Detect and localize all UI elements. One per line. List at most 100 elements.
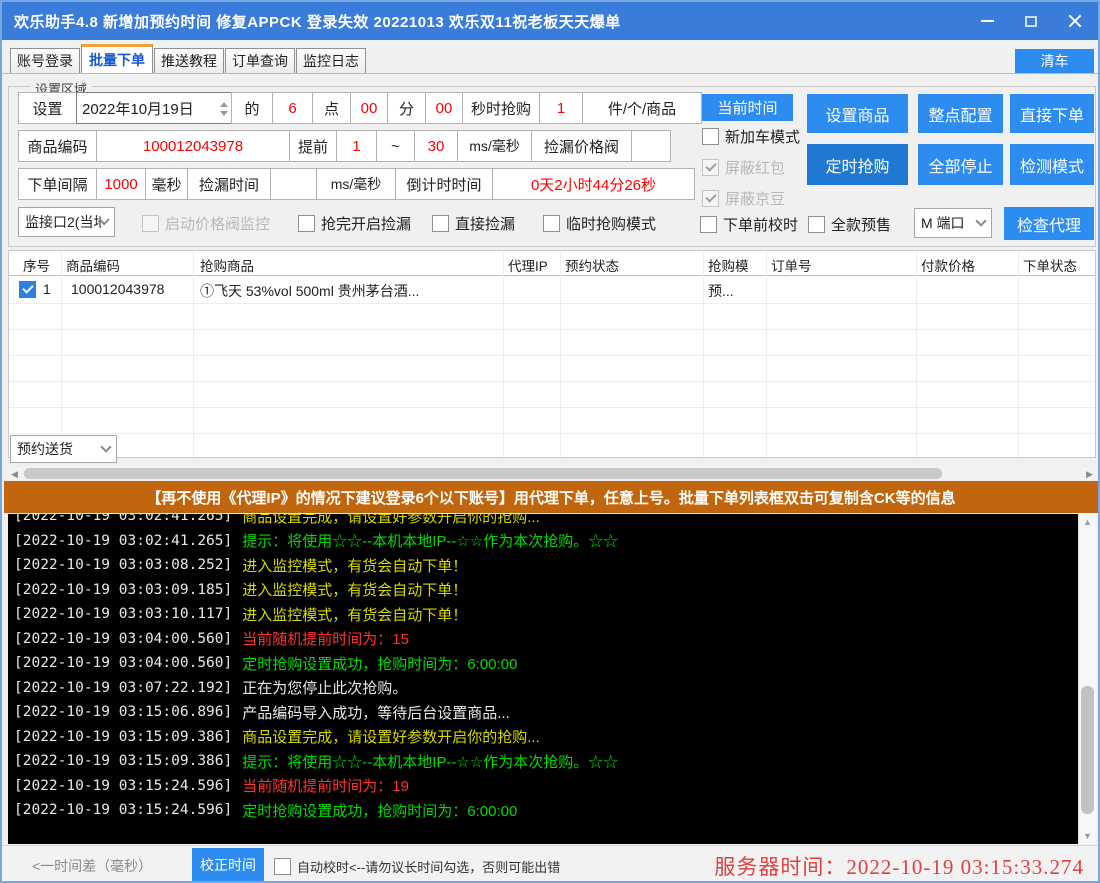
checkbox-time-check[interactable]: 下单前校时	[700, 214, 798, 235]
cell-code: 100012043978	[71, 281, 164, 297]
clear-cart-button[interactable]: 清车	[1015, 49, 1094, 73]
hourly-config-button[interactable]: 整点配置	[918, 94, 1003, 133]
port-dropdown[interactable]: M 端口	[914, 208, 992, 238]
checkbox-temp-mode[interactable]: 临时抢购模式	[543, 213, 656, 234]
log-scroll-thumb[interactable]	[1081, 686, 1094, 814]
scroll-right-icon[interactable]: ▶	[1086, 469, 1093, 480]
direct-order-button[interactable]: 直接下单	[1010, 94, 1094, 133]
interface-dropdown[interactable]: 监接口2(当地接	[18, 207, 115, 237]
countdown-value: 0天2小时44分26秒	[492, 168, 695, 200]
scroll-up-icon[interactable]: ▲	[1083, 517, 1092, 527]
checkbox-box	[702, 190, 719, 207]
price-gate-input[interactable]	[631, 130, 671, 162]
minimize-button[interactable]	[972, 8, 1002, 34]
log-line: [2022-10-19 03:15:09.386]商品设置完成，请设置好参数开启…	[14, 725, 1096, 750]
spinner-arrows-icon[interactable]	[220, 98, 228, 120]
tab-push-tutorial[interactable]: 推送教程	[154, 48, 224, 73]
detect-mode-button[interactable]: 检测模式	[1010, 144, 1094, 185]
checkbox-new-cart[interactable]: 新加车模式	[702, 126, 800, 147]
checkbox-box	[298, 215, 315, 232]
checkbox-label: 下单前校时	[723, 214, 798, 235]
footer-bar: <一时间差（毫秒） 校正时间 自动校时<--请勿议长时间勾选，否则可能出错 服务…	[2, 845, 1098, 883]
checkbox-box	[700, 216, 717, 233]
delivery-dropdown-value: 预约送货	[17, 439, 73, 459]
ms-label2: 毫秒	[145, 168, 188, 200]
cell-buy-mode: 预...	[708, 281, 734, 301]
log-line: [2022-10-19 03:03:10.117]进入监控模式，有货会自动下单！	[14, 602, 1096, 627]
checkbox-label: 临时抢购模式	[566, 213, 656, 234]
col-seq: 序号	[23, 255, 50, 275]
qty-input[interactable]: 1	[539, 92, 583, 124]
horizontal-scroll-thumb[interactable]	[24, 468, 942, 479]
window-title: 欢乐助手4.8 新增加预约时间 修复APPCK 登录失效 20221013 欢乐…	[2, 11, 621, 32]
set-label: 设置	[18, 92, 77, 124]
close-button[interactable]	[1060, 8, 1090, 34]
log-line: [2022-10-19 03:02:41.265]商品设置完成，请设置好参数开启…	[14, 514, 1096, 529]
checkbox-label: 屏蔽红包	[725, 157, 785, 178]
col-buy-mode: 抢购模	[708, 255, 749, 275]
window-controls	[972, 2, 1090, 40]
minute-input[interactable]: 00	[350, 92, 388, 124]
row-checkbox[interactable]	[19, 281, 36, 298]
checkbox-box	[702, 128, 719, 145]
checkbox-box	[543, 215, 560, 232]
second-input[interactable]: 00	[425, 92, 463, 124]
tab-bar: 账号登录 批量下单 推送教程 订单查询 监控日志 清车	[2, 40, 1098, 74]
checkbox-after-leak[interactable]: 抢完开启捡漏	[298, 213, 411, 234]
timed-buy-button[interactable]: 定时抢购	[807, 144, 908, 185]
checkbox-price-monitor[interactable]: 启动价格阀监控	[142, 213, 270, 234]
ms-label: ms/毫秒	[457, 130, 532, 162]
calibrate-time-button[interactable]: 校正时间	[192, 848, 264, 881]
leak-time-input[interactable]	[270, 168, 317, 200]
date-spinner[interactable]: 2022年10月19日	[76, 92, 232, 124]
set-product-button[interactable]: 设置商品	[807, 94, 908, 133]
checkbox-block-jingdou[interactable]: 屏蔽京豆	[702, 188, 785, 209]
scroll-down-icon[interactable]: ▼	[1083, 831, 1092, 841]
ms-label3: ms/毫秒	[316, 168, 396, 200]
checkbox-block-redpacket[interactable]: 屏蔽红包	[702, 157, 785, 178]
stop-all-button[interactable]: 全部停止	[918, 144, 1003, 185]
checkbox-label: 新加车模式	[725, 126, 800, 147]
notice-banner: 【再不使用《代理IP》的情况下建议登录6个以下账号】用代理下单，任意上号。批量下…	[4, 481, 1098, 513]
interval-input[interactable]: 1000	[96, 168, 146, 200]
of-label: 的	[231, 92, 273, 124]
product-code-input[interactable]: 100012043978	[96, 130, 290, 162]
scroll-left-icon[interactable]: ◀	[11, 469, 18, 480]
horizontal-scrollbar[interactable]: ◀ ▶	[8, 466, 1096, 481]
hour-input[interactable]: 6	[272, 92, 313, 124]
tab-account-login[interactable]: 账号登录	[10, 48, 80, 73]
tab-monitor-log[interactable]: 监控日志	[296, 48, 366, 73]
log-scrollbar[interactable]: ▲ ▼	[1078, 514, 1096, 844]
tab-batch-order[interactable]: 批量下单	[81, 44, 153, 73]
log-line: [2022-10-19 03:15:06.896]产品编码导入成功，等待后台设置…	[14, 700, 1096, 725]
checkbox-box	[274, 858, 291, 875]
log-console[interactable]: [2022-10-19 03:02:41.265]商品设置完成，请设置好参数开启…	[8, 514, 1096, 844]
port-dropdown-value: M 端口	[921, 213, 965, 233]
maximize-button[interactable]	[1016, 8, 1046, 34]
delivery-dropdown[interactable]: 预约送货	[10, 435, 117, 463]
leak-time-label: 捡漏时间	[187, 168, 271, 200]
advance-to-input[interactable]: 30	[414, 130, 458, 162]
minute-label: 分	[387, 92, 426, 124]
col-pay-price: 付款价格	[921, 255, 975, 275]
current-time-button[interactable]: 当前时间	[702, 94, 793, 121]
checkbox-label: 抢完开启捡漏	[321, 213, 411, 234]
interface-dropdown-value: 监接口2(当地接	[25, 212, 101, 232]
check-proxy-button[interactable]: 检查代理	[1004, 207, 1094, 240]
checkbox-full-presale[interactable]: 全款预售	[808, 214, 891, 235]
checkbox-box	[808, 216, 825, 233]
tab-order-query[interactable]: 订单查询	[225, 48, 295, 73]
checkbox-direct-leak[interactable]: 直接捡漏	[432, 213, 515, 234]
checkbox-auto-calibrate[interactable]: 自动校时<--请勿议长时间勾选，否则可能出错	[274, 857, 560, 876]
hour-label: 点	[312, 92, 351, 124]
checkbox-box	[702, 159, 719, 176]
close-icon	[1068, 14, 1082, 28]
log-line: [2022-10-19 03:15:24.596]当前随机提前时间为：19	[14, 774, 1096, 799]
cell-product: ①飞天 53%vol 500ml 贵州茅台酒...	[200, 281, 419, 301]
col-order-status: 下单状态	[1023, 255, 1077, 275]
order-table[interactable]: 序号 商品编码 抢购商品 代理IP 预约状态 抢购模 订单号 付款价格 下单状态…	[8, 250, 1096, 458]
col-product: 抢购商品	[200, 255, 254, 275]
second-buy-label: 秒时抢购	[462, 92, 540, 124]
advance-from-input[interactable]: 1	[336, 130, 377, 162]
server-time: 服务器时间：2022-10-19 03:15:33.274	[714, 851, 1084, 881]
